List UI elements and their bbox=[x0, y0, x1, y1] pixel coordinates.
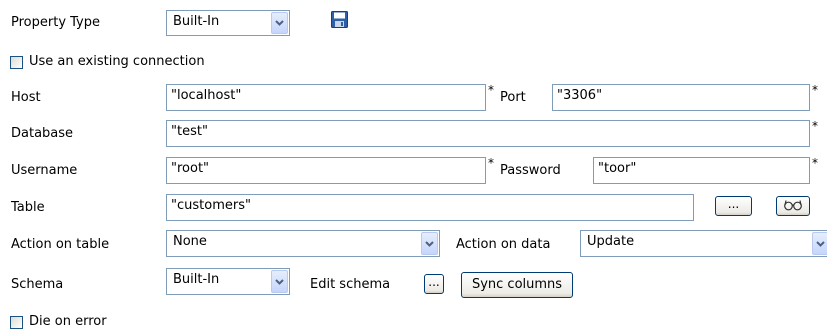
host-required-marker: * bbox=[488, 83, 494, 97]
die-on-error-label: Die on error bbox=[29, 314, 107, 329]
chevron-down-icon[interactable] bbox=[271, 12, 288, 34]
edit-schema-button[interactable]: ... bbox=[424, 274, 444, 294]
floppy-disk-icon[interactable] bbox=[331, 11, 348, 28]
username-field[interactable]: "root" bbox=[166, 157, 486, 184]
password-field[interactable]: "toor" bbox=[593, 157, 810, 184]
table-label: Table bbox=[11, 200, 45, 215]
action-on-table-label: Action on table bbox=[11, 237, 110, 252]
database-field[interactable]: "test" bbox=[166, 120, 810, 147]
edit-schema-label: Edit schema bbox=[310, 277, 391, 292]
action-on-data-value: Update bbox=[587, 234, 635, 249]
use-existing-connection-label: Use an existing connection bbox=[29, 54, 205, 69]
username-label: Username bbox=[11, 163, 78, 178]
action-on-data-select[interactable]: Update bbox=[580, 230, 827, 257]
schema-value: Built-In bbox=[173, 272, 220, 287]
action-on-table-value: None bbox=[173, 234, 207, 249]
chevron-down-icon[interactable] bbox=[271, 270, 288, 293]
action-on-data-label: Action on data bbox=[456, 237, 551, 252]
sync-columns-button[interactable]: Sync columns bbox=[461, 272, 573, 298]
property-type-select[interactable]: Built-In bbox=[166, 10, 290, 36]
schema-select[interactable]: Built-In bbox=[166, 268, 290, 295]
port-required-marker: * bbox=[812, 83, 818, 97]
table-field[interactable]: "customers" bbox=[166, 194, 694, 221]
password-label: Password bbox=[500, 163, 561, 178]
property-type-label: Property Type bbox=[11, 15, 101, 30]
host-field[interactable]: "localhost" bbox=[166, 84, 486, 111]
host-label: Host bbox=[11, 90, 41, 105]
database-label: Database bbox=[11, 126, 74, 141]
die-on-error-checkbox[interactable] bbox=[10, 316, 23, 329]
use-existing-connection-checkbox[interactable] bbox=[10, 56, 23, 69]
port-field[interactable]: "3306" bbox=[552, 84, 810, 111]
guess-schema-button[interactable] bbox=[776, 196, 810, 216]
glasses-icon bbox=[783, 199, 803, 218]
action-on-table-select[interactable]: None bbox=[166, 230, 440, 257]
chevron-down-icon[interactable] bbox=[421, 232, 438, 255]
database-required-marker: * bbox=[812, 119, 818, 133]
port-label: Port bbox=[500, 90, 526, 105]
password-required-marker: * bbox=[812, 156, 818, 170]
property-type-value: Built-In bbox=[173, 14, 220, 29]
schema-label: Schema bbox=[11, 277, 64, 292]
username-required-marker: * bbox=[488, 156, 494, 170]
table-browse-button[interactable]: ... bbox=[715, 196, 752, 216]
chevron-down-icon[interactable] bbox=[812, 232, 827, 255]
